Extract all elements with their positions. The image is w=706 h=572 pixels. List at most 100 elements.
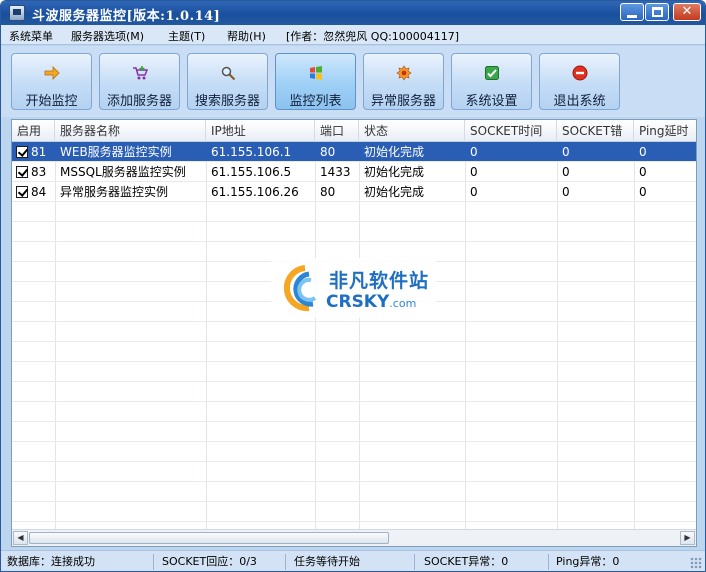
- grid-header: 启用 服务器名称 IP地址 端口 状态 SOCKET时间 SOCKET错 Pin…: [12, 120, 696, 142]
- row-id: 83: [31, 165, 47, 179]
- col-socket-error[interactable]: SOCKET错: [557, 120, 634, 142]
- table-row[interactable]: 81 WEB服务器监控实例 61.155.106.1 80 初始化完成 0 0 0: [12, 142, 696, 162]
- menu-system[interactable]: 系统菜单: [9, 28, 53, 44]
- enabled-checkbox[interactable]: [16, 166, 28, 178]
- system-settings-button[interactable]: 系统设置: [451, 53, 532, 110]
- exit-system-label: 退出系统: [553, 94, 606, 109]
- menu-help[interactable]: 帮助(H): [227, 28, 266, 44]
- empty-row: [12, 402, 696, 422]
- maximize-button[interactable]: [645, 3, 669, 21]
- menu-theme[interactable]: 主题(T): [168, 28, 205, 44]
- close-icon: ✕: [681, 4, 693, 19]
- scroll-right-icon[interactable]: ▶: [680, 531, 695, 545]
- start-monitor-label: 开始监控: [25, 94, 78, 109]
- search-server-label: 搜索服务器: [194, 94, 260, 109]
- cell-enabled: 84: [12, 182, 55, 202]
- table-row[interactable]: 83 MSSQL服务器监控实例 61.155.106.5 1433 初始化完成 0 0 0: [12, 162, 696, 182]
- abnormal-server-button[interactable]: 异常服务器: [363, 53, 444, 110]
- col-server-name[interactable]: 服务器名称: [55, 120, 206, 142]
- watermark: 非凡软件站 CRSKY.com: [271, 258, 436, 318]
- stop-icon: [572, 65, 588, 81]
- cell-socket-error: 0: [562, 185, 570, 199]
- add-server-button[interactable]: 添加服务器: [99, 53, 180, 110]
- monitor-list-button[interactable]: 监控列表: [275, 53, 356, 110]
- watermark-en-text: CRSKY: [326, 292, 390, 312]
- col-port[interactable]: 端口: [315, 120, 359, 142]
- empty-row: [12, 462, 696, 482]
- cell-server-name: 异常服务器监控实例: [60, 185, 169, 199]
- cell-ip: 61.155.106.26: [211, 185, 299, 199]
- cell-server-name: MSSQL服务器监控实例: [60, 165, 186, 179]
- toolbar: 开始监控 添加服务器 搜索服务器 监控列表 异常服务器 系统设置 退出系统: [1, 46, 705, 117]
- warning-burst-icon: [396, 65, 412, 81]
- cell-socket-time: 0: [470, 165, 478, 179]
- cell-server-name: WEB服务器监控实例: [60, 145, 172, 159]
- cart-add-icon: [133, 66, 148, 80]
- cell-ping: 0: [639, 145, 647, 159]
- empty-row: [12, 322, 696, 342]
- author-info: [作者：忽然兜风 QQ:100004117]: [286, 30, 460, 43]
- maximize-icon: [652, 7, 663, 17]
- monitor-icon: [9, 5, 25, 21]
- horizontal-scrollbar[interactable]: ◀ ▶: [12, 529, 696, 546]
- start-monitor-button[interactable]: 开始监控: [11, 53, 92, 110]
- cell-port: 80: [320, 145, 336, 159]
- status-ping-error: Ping异常：0: [556, 555, 620, 568]
- empty-row: [12, 342, 696, 362]
- magnifier-icon: [221, 66, 236, 81]
- col-socket-time[interactable]: SOCKET时间: [465, 120, 557, 142]
- resize-grip-icon[interactable]: [690, 557, 702, 569]
- window-title: 斗波服务器监控[版本:1.0.14]: [32, 9, 221, 24]
- col-enabled[interactable]: 启用: [12, 120, 55, 142]
- search-server-button[interactable]: 搜索服务器: [187, 53, 268, 110]
- row-id: 81: [31, 145, 47, 159]
- status-socket-reply: SOCKET回应：0/3: [159, 554, 286, 570]
- scroll-thumb[interactable]: [29, 532, 389, 544]
- minimize-icon: [627, 15, 637, 18]
- system-settings-label: 系统设置: [465, 94, 518, 109]
- cell-status: 初始化完成: [364, 145, 425, 159]
- monitor-list-label: 监控列表: [289, 94, 342, 109]
- status-database: 数据库：连接成功: [4, 554, 154, 570]
- arrow-right-icon: [44, 66, 60, 80]
- col-status[interactable]: 状态: [359, 120, 465, 142]
- table-row[interactable]: 84 异常服务器监控实例 61.155.106.26 80 初始化完成 0 0 0: [12, 182, 696, 202]
- watermark-cn: 非凡软件站: [329, 270, 430, 292]
- app-window: 斗波服务器监控[版本:1.0.14] ✕ 系统菜单 服务器选项(M) 主题(T)…: [0, 0, 706, 572]
- enabled-checkbox[interactable]: [16, 186, 28, 198]
- col-ping[interactable]: Ping延时: [634, 120, 696, 142]
- cell-status: 初始化完成: [364, 165, 425, 179]
- cell-socket-error: 0: [562, 145, 570, 159]
- minimize-button[interactable]: [620, 3, 644, 21]
- cell-ping: 0: [639, 185, 647, 199]
- empty-row: [12, 442, 696, 462]
- empty-row: [12, 362, 696, 382]
- empty-row: [12, 422, 696, 442]
- empty-row: [12, 382, 696, 402]
- empty-row: [12, 482, 696, 502]
- watermark-en: CRSKY.com: [326, 292, 416, 312]
- windows-flag-icon: [310, 66, 322, 80]
- enabled-checkbox[interactable]: [16, 146, 28, 158]
- close-button[interactable]: ✕: [673, 3, 701, 21]
- cell-ping: 0: [639, 165, 647, 179]
- cell-ip: 61.155.106.1: [211, 145, 292, 159]
- menu-server-options[interactable]: 服务器选项(M): [71, 28, 144, 44]
- status-bar: 数据库：连接成功 SOCKET回应：0/3 任务等待开始 SOCKET异常：0 …: [1, 550, 705, 571]
- status-task: 任务等待开始: [291, 554, 415, 570]
- empty-row: [12, 202, 696, 222]
- col-ip[interactable]: IP地址: [206, 120, 315, 142]
- crsky-logo-icon: [283, 265, 317, 312]
- add-server-label: 添加服务器: [106, 94, 172, 109]
- cell-port: 80: [320, 185, 336, 199]
- scroll-left-icon[interactable]: ◀: [13, 531, 28, 545]
- title-bar[interactable]: 斗波服务器监控[版本:1.0.14] ✕: [1, 1, 705, 25]
- watermark-domain: .com: [389, 297, 417, 310]
- exit-system-button[interactable]: 退出系统: [539, 53, 620, 110]
- menu-bar: 系统菜单 服务器选项(M) 主题(T) 帮助(H) [作者：忽然兜风 QQ:10…: [1, 25, 705, 45]
- cell-socket-time: 0: [470, 185, 478, 199]
- cell-status: 初始化完成: [364, 185, 425, 199]
- cell-enabled: 81: [12, 142, 55, 162]
- server-list-grid[interactable]: 启用 服务器名称 IP地址 端口 状态 SOCKET时间 SOCKET错 Pin…: [11, 119, 697, 547]
- cell-socket-time: 0: [470, 145, 478, 159]
